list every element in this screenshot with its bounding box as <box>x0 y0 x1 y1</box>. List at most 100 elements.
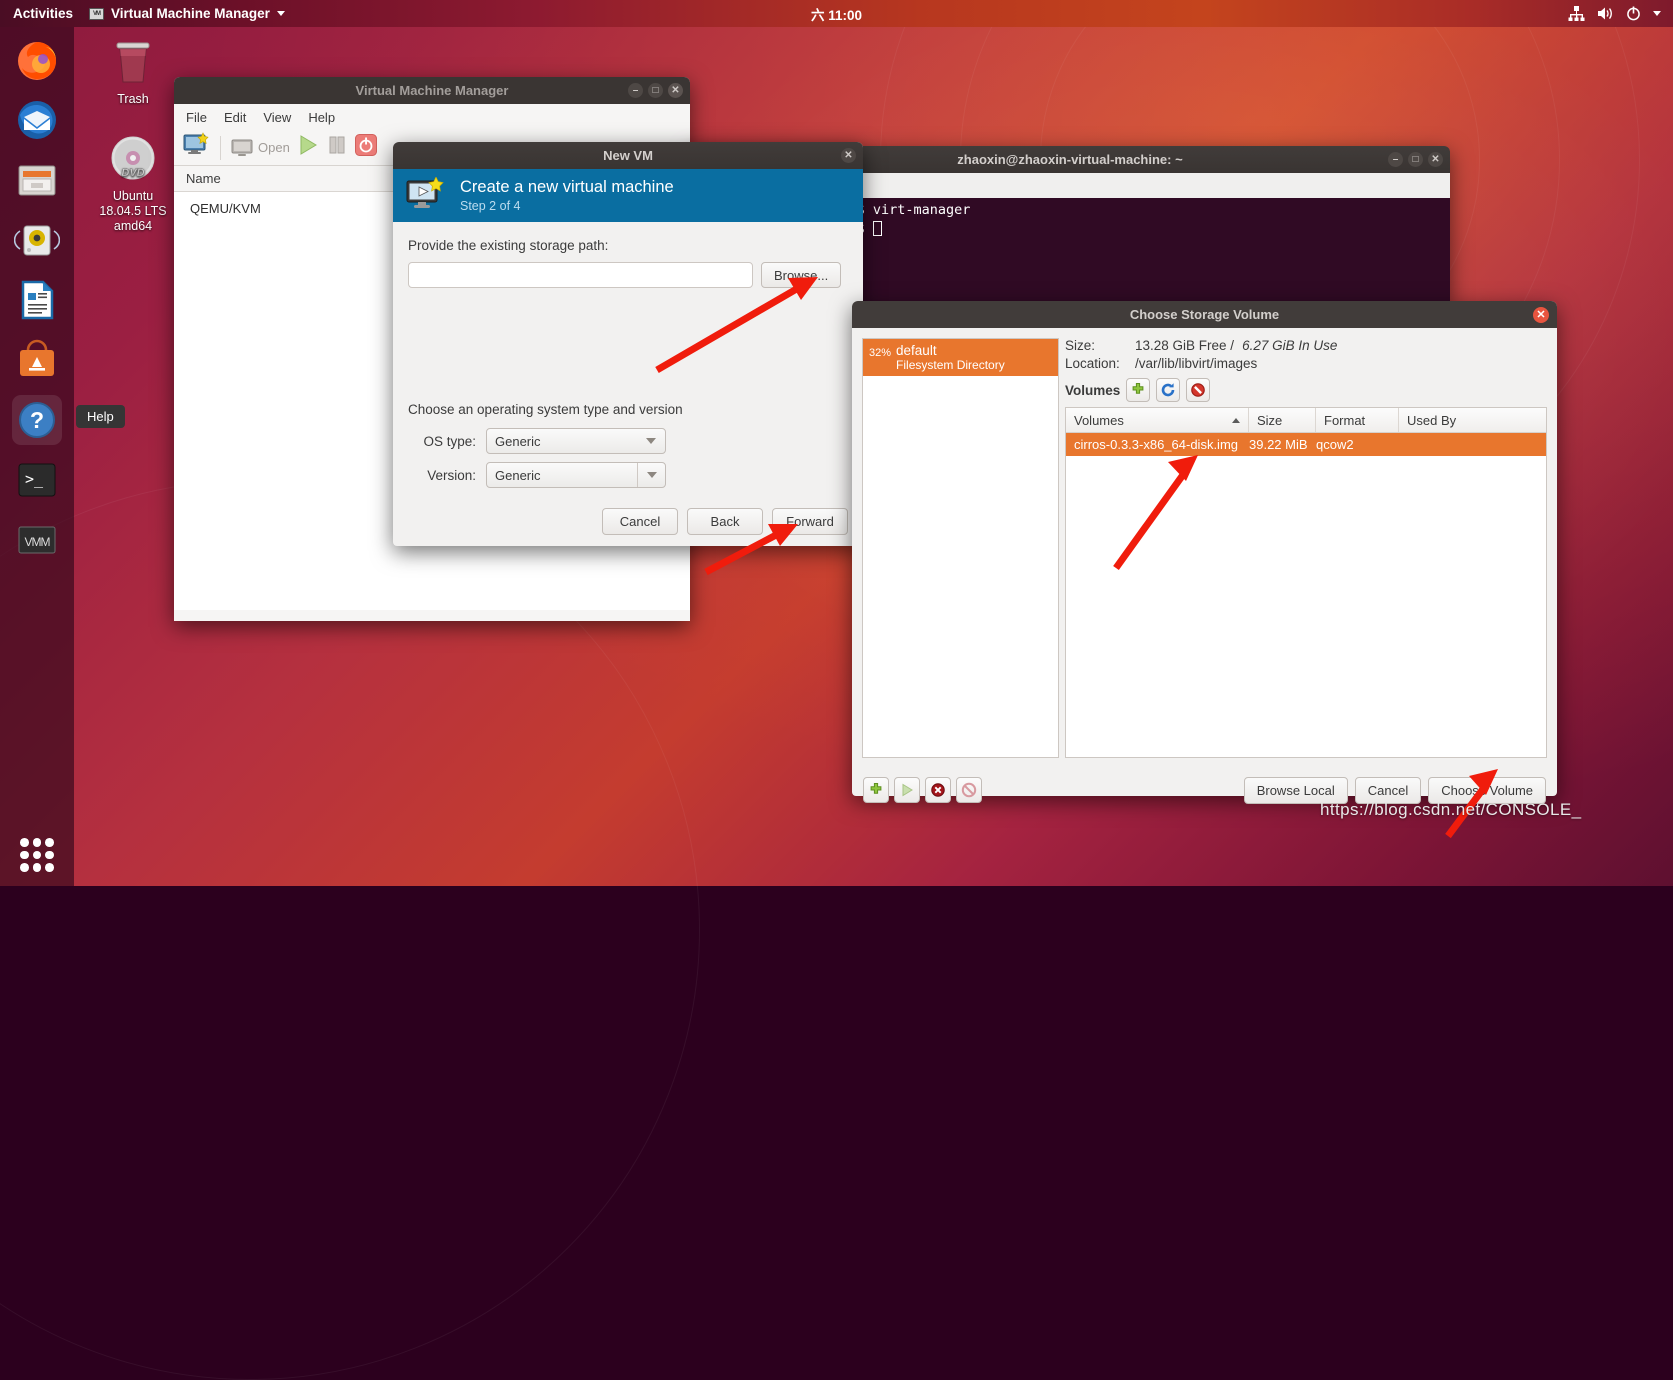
dock-item-thunderbird[interactable] <box>12 95 62 145</box>
os-type-label: OS type: <box>423 433 476 449</box>
stop-pool-button[interactable] <box>925 777 951 803</box>
menu-help[interactable]: Help <box>308 110 335 125</box>
storage-pool-list[interactable]: 32% default Filesystem Directory <box>862 338 1059 758</box>
maximize-button[interactable]: □ <box>1408 152 1423 167</box>
menu-view[interactable]: View <box>263 110 291 125</box>
cell-format: qcow2 <box>1316 437 1354 452</box>
version-value: Generic <box>495 467 541 483</box>
svg-text:DVD: DVD <box>121 167 144 179</box>
forward-button[interactable]: Forward <box>772 508 848 535</box>
column-used-by[interactable]: Used By <box>1399 408 1546 432</box>
browse-button[interactable]: Browse... <box>761 262 842 288</box>
top-bar: 六 11:00 Activities VM Virtual Machine Ma… <box>0 0 1673 27</box>
cell-size: 39.22 MiB <box>1249 437 1308 452</box>
virt-manager-icon: VMM <box>18 526 56 554</box>
maximize-button[interactable]: □ <box>648 83 663 98</box>
minimize-button[interactable]: – <box>1388 152 1403 167</box>
delete-volume-button[interactable] <box>1186 378 1211 402</box>
os-section-label: Choose an operating system type and vers… <box>408 402 683 417</box>
shutdown-button[interactable] <box>354 133 378 162</box>
power-icon <box>354 134 377 156</box>
grid-dot <box>20 850 29 860</box>
dock-item-firefox[interactable] <box>12 35 62 85</box>
trash-icon <box>116 42 150 83</box>
new-vm-title: New VM <box>603 148 653 163</box>
power-icon[interactable] <box>1626 6 1641 21</box>
delete-volume-icon <box>1191 383 1206 397</box>
dock-item-terminal[interactable]: >_ <box>12 455 62 505</box>
close-button[interactable]: ✕ <box>668 83 683 98</box>
dock-item-help[interactable]: ? <box>12 395 62 445</box>
libreoffice-writer-icon <box>21 280 54 320</box>
storage-pool-item[interactable]: 32% default Filesystem Directory <box>863 339 1058 376</box>
back-button[interactable]: Back <box>687 508 763 535</box>
run-button[interactable] <box>296 134 320 161</box>
version-select[interactable]: Generic <box>486 462 666 488</box>
minimize-button[interactable]: – <box>628 83 643 98</box>
clock[interactable]: 六 11:00 <box>0 4 1673 24</box>
desktop-icon-trash[interactable]: Trash <box>85 36 181 107</box>
storage-path-label: Provide the existing storage path: <box>408 238 609 253</box>
dock-item-ubuntu-software[interactable] <box>12 335 62 385</box>
add-volume-icon <box>1132 383 1144 394</box>
dock-item-rhythmbox[interactable] <box>12 215 62 265</box>
vm-icon: VM <box>89 7 105 20</box>
add-pool-button[interactable] <box>863 777 889 803</box>
new-vm-button[interactable] <box>182 132 210 163</box>
choose-storage-titlebar[interactable]: Choose Storage Volume ✕ <box>852 301 1557 328</box>
delete-pool-button[interactable] <box>956 777 982 803</box>
column-size[interactable]: Size <box>1249 408 1316 432</box>
storage-path-input[interactable] <box>408 262 753 288</box>
toolbar-separator <box>220 135 221 160</box>
help-tooltip: Help <box>76 405 125 428</box>
pool-name: default <box>896 343 937 358</box>
pause-button[interactable] <box>326 134 348 161</box>
sort-asc-icon <box>1232 417 1240 423</box>
desktop-icon-label-line2: 18.04.5 LTS <box>99 204 167 218</box>
choose-storage-title: Choose Storage Volume <box>1129 307 1280 322</box>
close-button[interactable]: ✕ <box>1533 307 1549 323</box>
desktop-icon-ubuntu-dvd[interactable]: DVD Ubuntu 18.04.5 LTS amd64 <box>85 133 181 234</box>
menu-edit[interactable]: Edit <box>224 110 246 125</box>
close-button[interactable]: ✕ <box>841 148 856 163</box>
grid-dot <box>20 863 29 872</box>
play-icon <box>300 135 317 155</box>
refresh-volumes-button[interactable] <box>1156 378 1181 402</box>
grid-dot <box>32 838 42 847</box>
add-volume-button[interactable] <box>1126 378 1151 402</box>
os-type-select[interactable]: Generic <box>486 428 666 454</box>
terminal-cursor <box>872 221 882 236</box>
network-icon[interactable] <box>1568 6 1585 21</box>
pool-usage-percent: 32% <box>869 347 892 359</box>
cell-volume: cirros-0.3.3-x86_64-disk.img <box>1074 437 1239 452</box>
volumes-toolbar: Volumes <box>1065 378 1547 402</box>
start-pool-button[interactable] <box>894 777 920 803</box>
vmm-titlebar[interactable]: Virtual Machine Manager – □ ✕ <box>174 77 690 104</box>
dock-item-virt-manager[interactable]: VMM <box>12 515 62 565</box>
table-row[interactable]: cirros-0.3.3-x86_64-disk.img 39.22 MiB q… <box>1066 433 1546 456</box>
column-format-label: Format <box>1324 412 1366 428</box>
new-vm-titlebar[interactable]: New VM ✕ <box>393 142 863 169</box>
desktop-icon-label: Trash <box>117 92 149 106</box>
dvd-icon: DVD <box>111 136 155 180</box>
dock-item-files[interactable] <box>12 155 62 205</box>
menu-file[interactable]: File <box>186 110 207 125</box>
vmm-menubar: File Edit View Help <box>174 104 690 130</box>
cancel-button[interactable]: Cancel <box>602 508 678 535</box>
dock-item-libreoffice-writer[interactable] <box>12 275 62 325</box>
delete-pool-icon <box>961 782 977 798</box>
volume-icon[interactable] <box>1597 6 1614 21</box>
pool-location-row: Location: /var/lib/libvirt/images <box>1065 356 1547 371</box>
open-button[interactable]: Open <box>231 138 290 158</box>
new-vm-window-controls: ✕ <box>841 142 856 169</box>
column-volumes[interactable]: Volumes <box>1066 408 1249 432</box>
column-format[interactable]: Format <box>1316 408 1399 432</box>
new-vm-header-title: Create a new virtual machine <box>460 178 674 196</box>
stop-pool-icon <box>931 783 945 797</box>
size-free: 13.28 GiB Free / <box>1135 338 1235 353</box>
volumes-table-header: Volumes Size Format Used By <box>1066 408 1546 433</box>
close-button[interactable]: ✕ <box>1428 152 1443 167</box>
firefox-icon <box>18 42 56 80</box>
chevron-down-icon[interactable] <box>1653 11 1661 16</box>
show-applications-button[interactable] <box>20 838 54 872</box>
